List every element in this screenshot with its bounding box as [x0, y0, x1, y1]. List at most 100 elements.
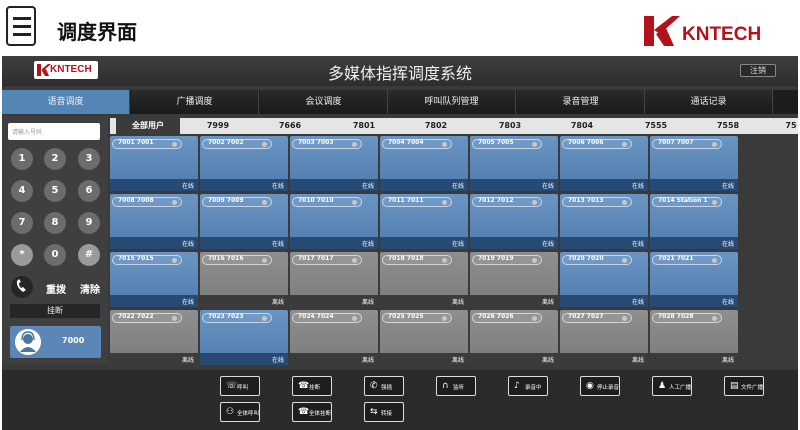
extension-tile[interactable]: 7026 7026 离线: [470, 310, 558, 365]
key-star[interactable]: *: [11, 244, 33, 266]
tab-broadcast[interactable]: 广播调度: [131, 90, 259, 114]
extension-tile[interactable]: 7002 7002 在线: [200, 136, 288, 191]
group-tab[interactable]: 75: [784, 118, 798, 134]
extension-tile[interactable]: 7025 7025 离线: [380, 310, 468, 365]
extension-tile[interactable]: 7003 7003 在线: [290, 136, 378, 191]
extension-name: 7005 7005: [478, 139, 514, 146]
extension-tile[interactable]: 7014 Station 1 在线: [650, 194, 738, 249]
key-2[interactable]: 2: [44, 148, 66, 170]
key-8[interactable]: 8: [44, 212, 66, 234]
toolbar-button[interactable]: ▤ 文件广播: [724, 376, 764, 396]
extension-name: 7001 7001: [118, 139, 154, 146]
extension-tile[interactable]: 7018 7018 离线: [380, 252, 468, 307]
tab-call-log[interactable]: 通话记录: [645, 90, 773, 114]
hangup-button[interactable]: 挂断: [10, 304, 100, 318]
status-dot-icon: [712, 200, 717, 205]
group-tab-all[interactable]: 全部用户: [116, 118, 180, 134]
extension-tile[interactable]: 7005 7005 在线: [470, 136, 558, 191]
extension-tile[interactable]: 7012 7012 在线: [470, 194, 558, 249]
extension-tile[interactable]: 7010 7010 在线: [290, 194, 378, 249]
extension-tile[interactable]: 7016 7016 离线: [200, 252, 288, 307]
extension-status: 离线: [451, 299, 464, 306]
group-tab[interactable]: 7666: [272, 118, 308, 134]
clear-button[interactable]: 清除: [74, 281, 106, 296]
tab-voice-dispatch[interactable]: 语音调度: [2, 90, 130, 114]
extension-tile[interactable]: 7021 7021 在线: [650, 252, 738, 307]
extension-status: 在线: [271, 357, 284, 364]
extension-tile[interactable]: 7028 7028 离线: [650, 310, 738, 365]
extension-tile[interactable]: 7009 7009 在线: [200, 194, 288, 249]
toolbar-button[interactable]: ✆ 强插: [364, 376, 404, 396]
extension-name: 7027 7027: [568, 313, 604, 320]
key-7[interactable]: 7: [11, 212, 33, 234]
operator-avatar-icon: [15, 329, 41, 355]
status-dot-icon: [262, 258, 267, 263]
extension-tile[interactable]: 7020 7020 在线: [560, 252, 648, 307]
status-dot-icon: [442, 142, 447, 147]
extension-tile[interactable]: 7019 7019 离线: [470, 252, 558, 307]
toolbar-button[interactable]: ◉ 停止录音: [580, 376, 620, 396]
extension-tile[interactable]: 7001 7001 在线: [110, 136, 198, 191]
toolbar-button[interactable]: ☎ 全体挂断: [292, 402, 332, 422]
extension-tile[interactable]: 7015 7015 在线: [110, 252, 198, 307]
status-dot-icon: [172, 142, 177, 147]
extension-tile[interactable]: 7006 7006 在线: [560, 136, 648, 191]
extension-tile[interactable]: 7007 7007 在线: [650, 136, 738, 191]
toolbar-button[interactable]: ⚇ 全体呼叫: [220, 402, 260, 422]
extension-tile[interactable]: 7027 7027 离线: [560, 310, 648, 365]
extension-name: 7016 7016: [208, 255, 244, 262]
group-tab[interactable]: 7999: [200, 118, 236, 134]
extension-tile[interactable]: 7013 7013 在线: [560, 194, 648, 249]
app-window: KNTECH 多媒体指挥调度系统 注销 语音调度 广播调度 会议调度 呼叫队列管…: [2, 56, 798, 430]
call-handset-icon[interactable]: [11, 276, 33, 298]
extension-status: 在线: [271, 183, 284, 190]
file-icon: ▤: [730, 381, 739, 391]
toolbar-button[interactable]: ☏ 呼叫: [220, 376, 260, 396]
extension-tile[interactable]: 7008 7008 在线: [110, 194, 198, 249]
phone-icon: ☏: [226, 381, 238, 391]
group-tab[interactable]: 7804: [564, 118, 600, 134]
tab-call-queue[interactable]: 呼叫队列管理: [388, 90, 516, 114]
toolbar-button[interactable]: ☎ 挂断: [292, 376, 332, 396]
logout-button[interactable]: 注销: [740, 64, 776, 77]
group-tab[interactable]: 7801: [346, 118, 382, 134]
key-3[interactable]: 3: [78, 148, 100, 170]
toolbar-button-label: 文件广播: [741, 385, 764, 391]
tab-recording[interactable]: 录音管理: [517, 90, 645, 114]
status-dot-icon: [352, 142, 357, 147]
extension-status: 在线: [541, 241, 554, 248]
extension-name: 7018 7018: [388, 255, 424, 262]
dial-input[interactable]: 请输入号码: [8, 123, 100, 140]
extension-status: 在线: [631, 241, 644, 248]
group-tab[interactable]: 7555: [638, 118, 674, 134]
extension-tile[interactable]: 7024 7024 离线: [290, 310, 378, 365]
key-1[interactable]: 1: [11, 148, 33, 170]
tab-conference[interactable]: 会议调度: [260, 90, 388, 114]
group-tab[interactable]: 7803: [492, 118, 528, 134]
extension-tile[interactable]: 7004 7004 在线: [380, 136, 468, 191]
group-tab[interactable]: 7802: [418, 118, 454, 134]
key-9[interactable]: 9: [78, 212, 100, 234]
extension-name: 7024 7024: [298, 313, 334, 320]
key-5[interactable]: 5: [44, 180, 66, 202]
redial-button[interactable]: 重拨: [40, 281, 72, 296]
extension-status: 在线: [451, 241, 464, 248]
toolbar-button[interactable]: ♪ 录音中: [508, 376, 548, 396]
kntech-k-icon: [644, 16, 680, 46]
extension-tile[interactable]: 7017 7017 离线: [290, 252, 378, 307]
extension-tile[interactable]: 7022 7022 离线: [110, 310, 198, 365]
key-hash[interactable]: #: [78, 244, 100, 266]
extension-status: 在线: [631, 183, 644, 190]
key-6[interactable]: 6: [78, 180, 100, 202]
extension-tile[interactable]: 7023 7023 在线: [200, 310, 288, 365]
key-4[interactable]: 4: [11, 180, 33, 202]
extension-status: 离线: [451, 357, 464, 364]
toolbar-button[interactable]: ♟ 人工广播: [652, 376, 692, 396]
status-dot-icon: [622, 316, 627, 321]
key-0[interactable]: 0: [44, 244, 66, 266]
group-tab[interactable]: 7558: [710, 118, 746, 134]
extension-tile[interactable]: 7011 7011 在线: [380, 194, 468, 249]
extension-name: 7019 7019: [478, 255, 514, 262]
toolbar-button[interactable]: ⇆ 转接: [364, 402, 404, 422]
toolbar-button[interactable]: ∩ 监听: [436, 376, 476, 396]
